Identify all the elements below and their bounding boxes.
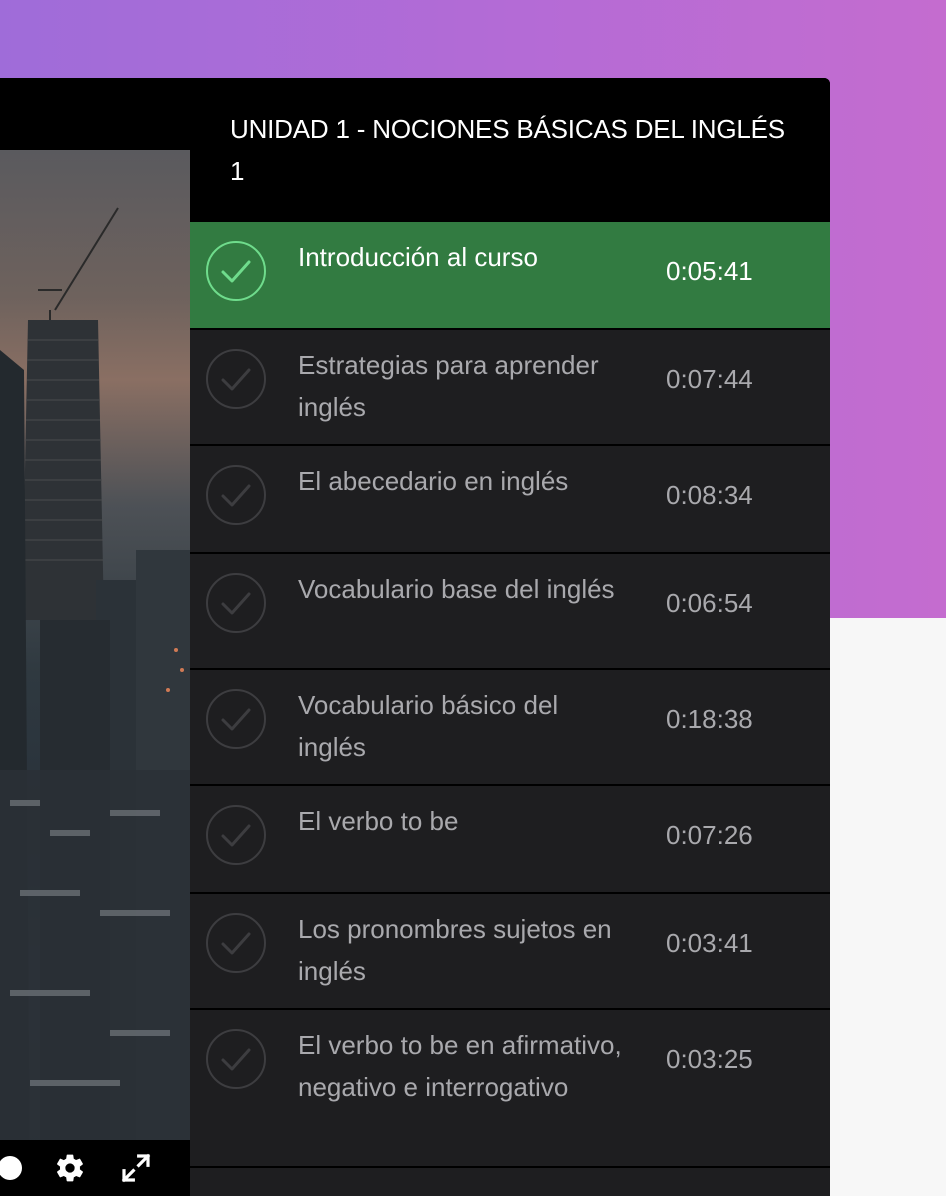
settings-icon xyxy=(57,1154,83,1182)
checkmark-circle-icon[interactable] xyxy=(205,464,267,526)
lesson-title: El verbo to be en afirmativo, negativo e… xyxy=(298,1030,622,1102)
lesson-duration: 0:07:26 xyxy=(666,820,753,850)
lesson-duration: 0:05:41 xyxy=(666,256,753,286)
lesson-title: El verbo to be xyxy=(298,806,459,836)
unit-header: UNIDAD 1 - NOCIONES BÁSICAS DEL INGLÉS 1 xyxy=(190,78,830,222)
lesson-title: Estrategias para aprender inglés xyxy=(298,350,599,422)
checkmark-circle-icon[interactable] xyxy=(205,804,267,866)
progress-handle[interactable] xyxy=(0,1156,22,1180)
lesson-title: El abecedario en inglés xyxy=(298,466,569,496)
checkmark-circle-icon[interactable] xyxy=(205,688,267,750)
lesson-title: Vocabulario base del inglés xyxy=(298,574,615,604)
fullscreen-icon xyxy=(121,1153,151,1183)
lesson-item[interactable]: El abecedario en inglés 0:08:34 xyxy=(190,446,830,554)
lesson-item[interactable]: Estrategias para aprender inglés 0:07:44 xyxy=(190,330,830,446)
lesson-title: Los pronombres sujetos en inglés xyxy=(298,914,612,986)
lesson-duration: 0:08:34 xyxy=(666,480,753,510)
checkmark-circle-icon[interactable] xyxy=(205,912,267,974)
checkmark-circle-icon[interactable] xyxy=(205,572,267,634)
lesson-duration: 0:18:38 xyxy=(666,704,753,734)
lesson-duration: 0:06:54 xyxy=(666,588,753,618)
checkmark-circle-icon[interactable] xyxy=(205,240,267,302)
checkmark-circle-icon[interactable] xyxy=(205,1028,267,1090)
settings-button[interactable] xyxy=(54,1152,86,1184)
lesson-duration: 0:07:44 xyxy=(666,364,753,394)
lesson-item[interactable]: El verbo to be 0:07:26 xyxy=(190,786,830,894)
lesson-list: Introducción al curso 0:05:41 Estrategias … xyxy=(190,222,830,1168)
unit-title: UNIDAD 1 - NOCIONES BÁSICAS DEL INGLÉS 1 xyxy=(230,114,785,186)
lesson-playlist: UNIDAD 1 - NOCIONES BÁSICAS DEL INGLÉS 1… xyxy=(190,78,830,1196)
lesson-item[interactable]: Los pronombres sujetos en inglés 0:03:41 xyxy=(190,894,830,1010)
lesson-item[interactable]: Vocabulario base del inglés 0:06:54 xyxy=(190,554,830,670)
lesson-item[interactable]: Vocabulario básico del inglés 0:18:38 xyxy=(190,670,830,786)
video-frame-cityscape xyxy=(0,207,190,1196)
lesson-title: Introducción al curso xyxy=(298,242,538,272)
fullscreen-button[interactable] xyxy=(120,1152,152,1184)
video-player[interactable] xyxy=(0,150,190,1196)
lesson-duration: 0:03:25 xyxy=(666,1044,753,1074)
course-player: UNIDAD 1 - NOCIONES BÁSICAS DEL INGLÉS 1… xyxy=(0,78,830,1196)
lesson-title: Vocabulario básico del inglés xyxy=(298,690,559,762)
checkmark-circle-icon[interactable] xyxy=(205,348,267,410)
lesson-duration: 0:03:41 xyxy=(666,928,753,958)
lesson-item[interactable]: El verbo to be en afirmativo, negativo e… xyxy=(190,1010,830,1168)
lesson-item[interactable]: Introducción al curso 0:05:41 xyxy=(190,222,830,330)
video-controls-bar xyxy=(0,1140,190,1196)
